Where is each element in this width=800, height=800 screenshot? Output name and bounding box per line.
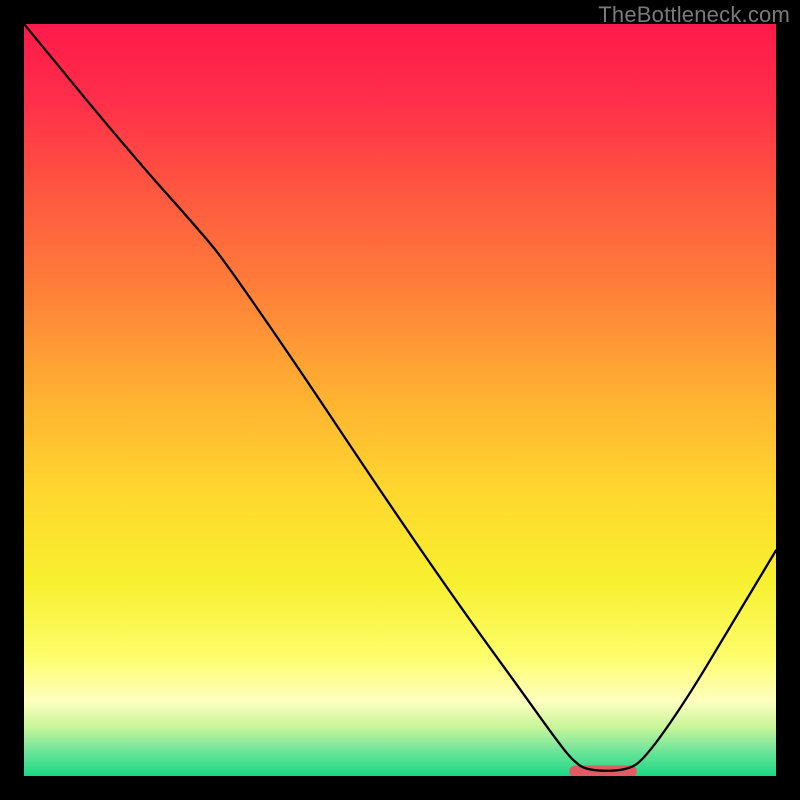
- chart-background: [24, 24, 776, 776]
- chart-plot-area: [24, 24, 776, 776]
- chart-svg: [24, 24, 776, 776]
- outer-frame: TheBottleneck.com: [0, 0, 800, 800]
